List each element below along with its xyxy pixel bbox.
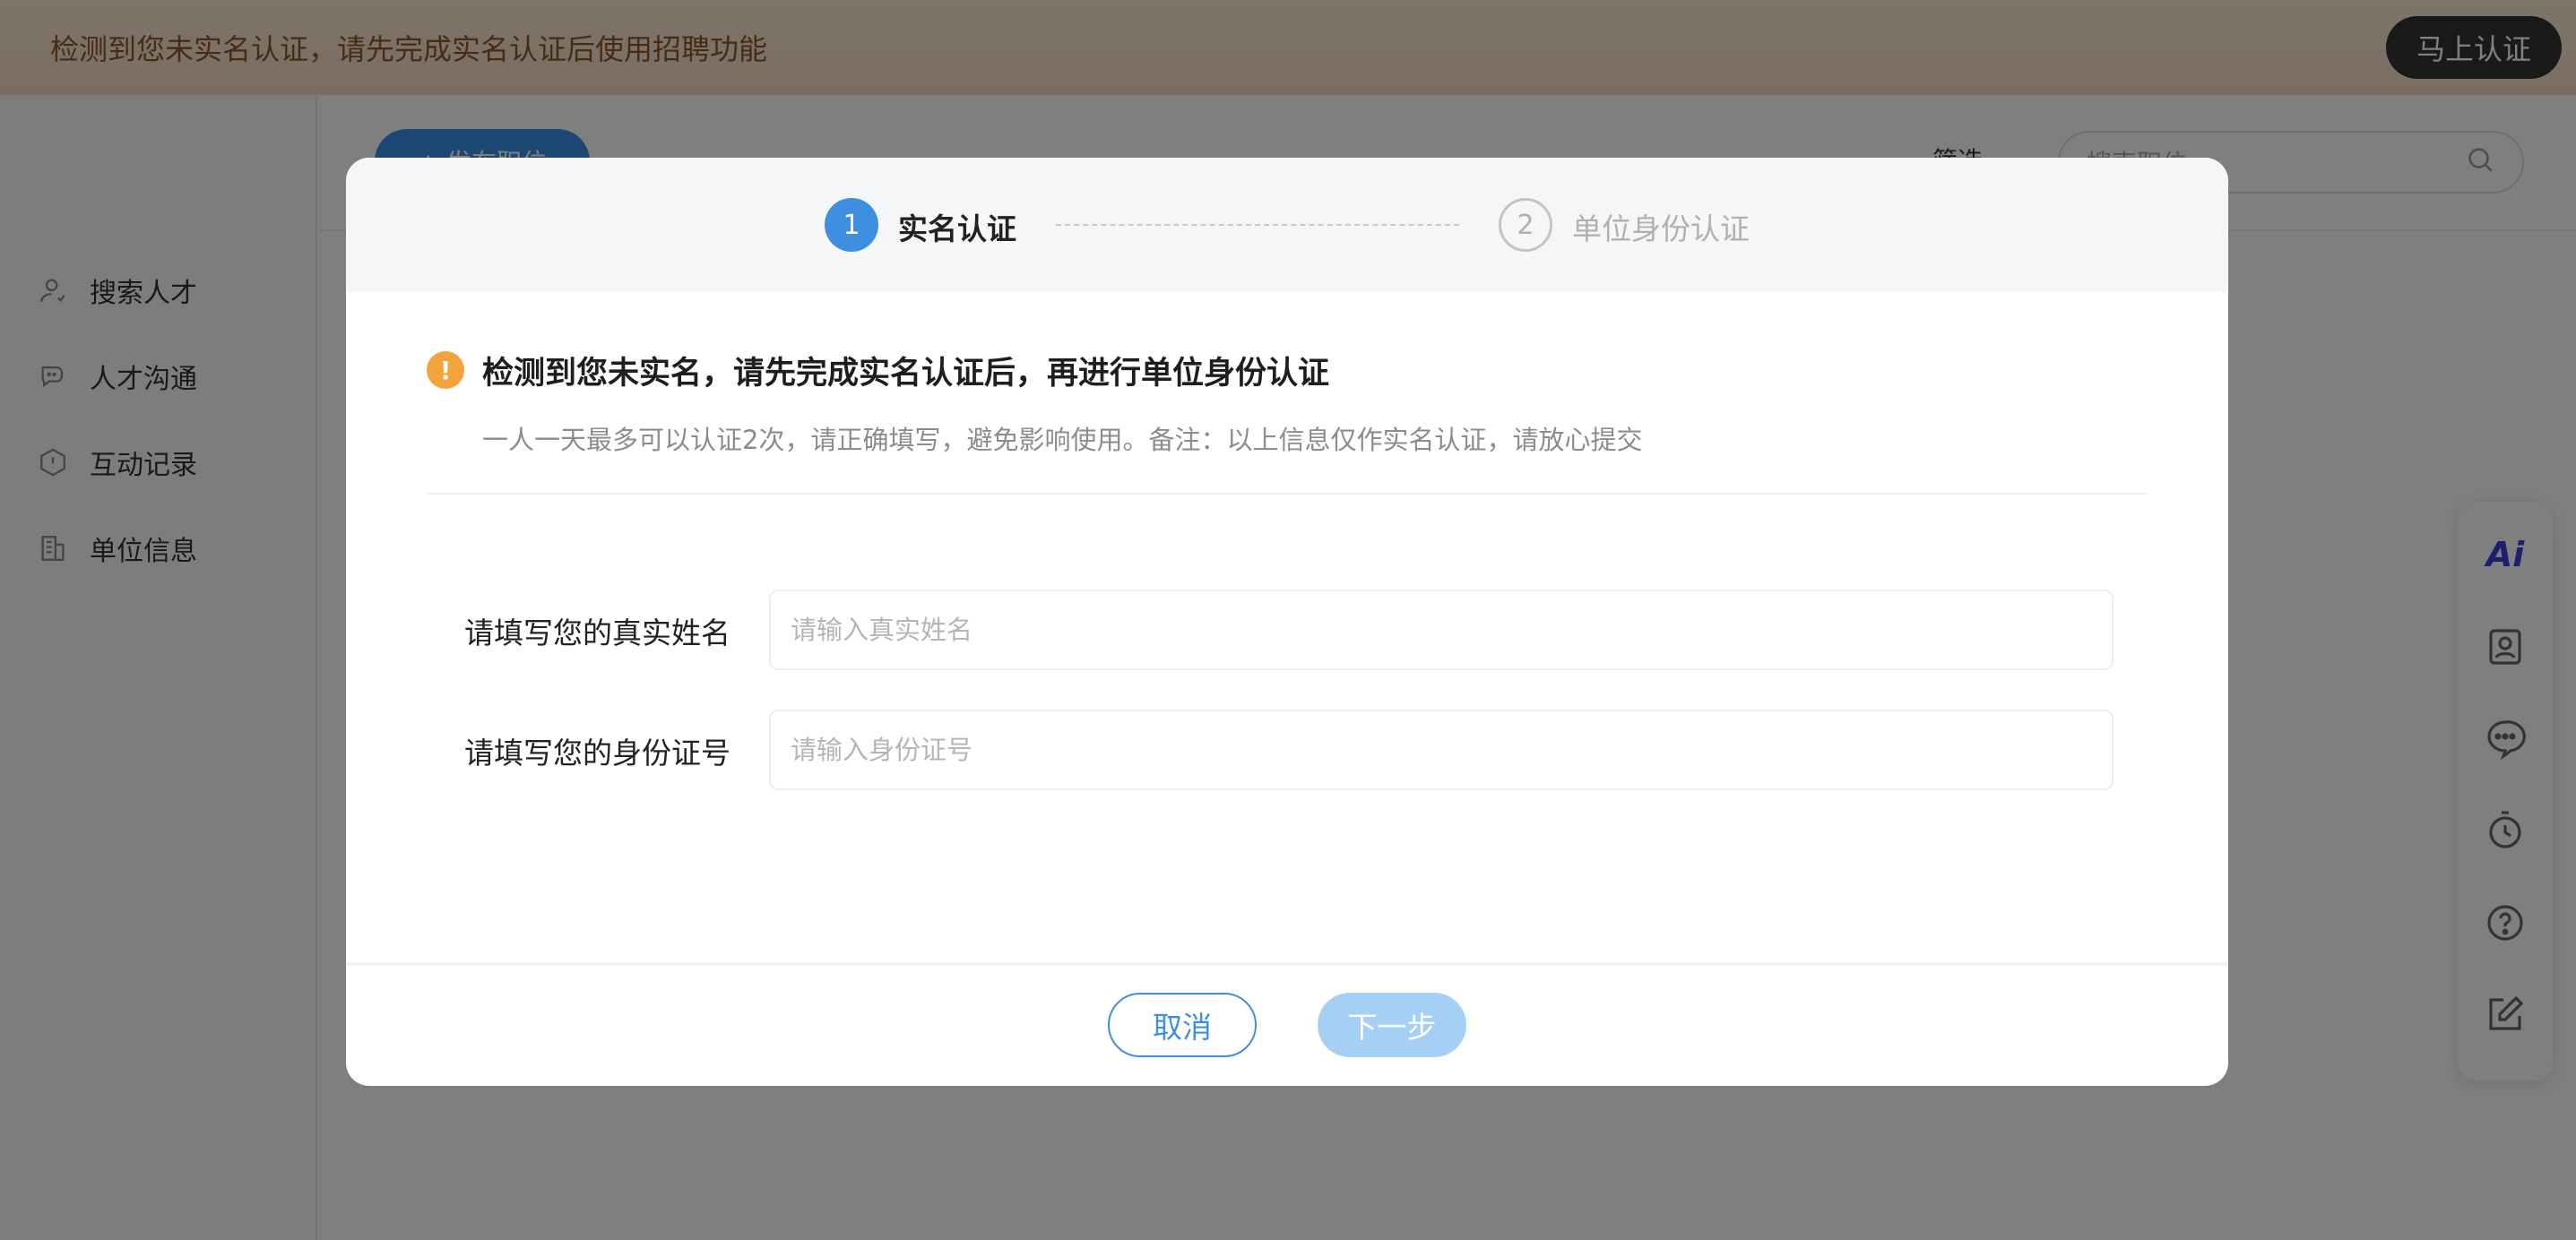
real-name-input[interactable]	[769, 590, 2114, 670]
next-step-button[interactable]: 下一步	[1318, 993, 1466, 1057]
divider	[427, 493, 2148, 495]
dialog-footer: 取消 下一步	[346, 962, 2228, 1086]
real-name-label: 请填写您的真实姓名	[464, 616, 730, 650]
id-number-input[interactable]	[769, 710, 2114, 790]
step-1-circle: 1	[825, 198, 878, 252]
id-number-label: 请填写您的身份证号	[464, 736, 730, 771]
step-connector	[1056, 224, 1459, 226]
notice-title: 检测到您未实名，请先完成实名认证后，再进行单位身份认证	[482, 356, 1330, 392]
step-2-circle: 2	[1499, 198, 1552, 252]
step-2-label: 单位身份认证	[1572, 211, 1750, 246]
notice-description: 一人一天最多可以认证2次，请正确填写，避免影响使用。备注：以上信息仅作实名认证，…	[482, 425, 1643, 455]
cancel-button[interactable]: 取消	[1108, 993, 1257, 1057]
warning-icon: !	[427, 351, 464, 389]
verification-dialog: 1 实名认证 2 单位身份认证 ! 检测到您未实名，请先完成实名认证后，再进行单…	[346, 158, 2228, 1086]
step-1-label: 实名认证	[898, 211, 1016, 246]
step-indicator: 1 实名认证 2 单位身份认证	[346, 158, 2228, 292]
